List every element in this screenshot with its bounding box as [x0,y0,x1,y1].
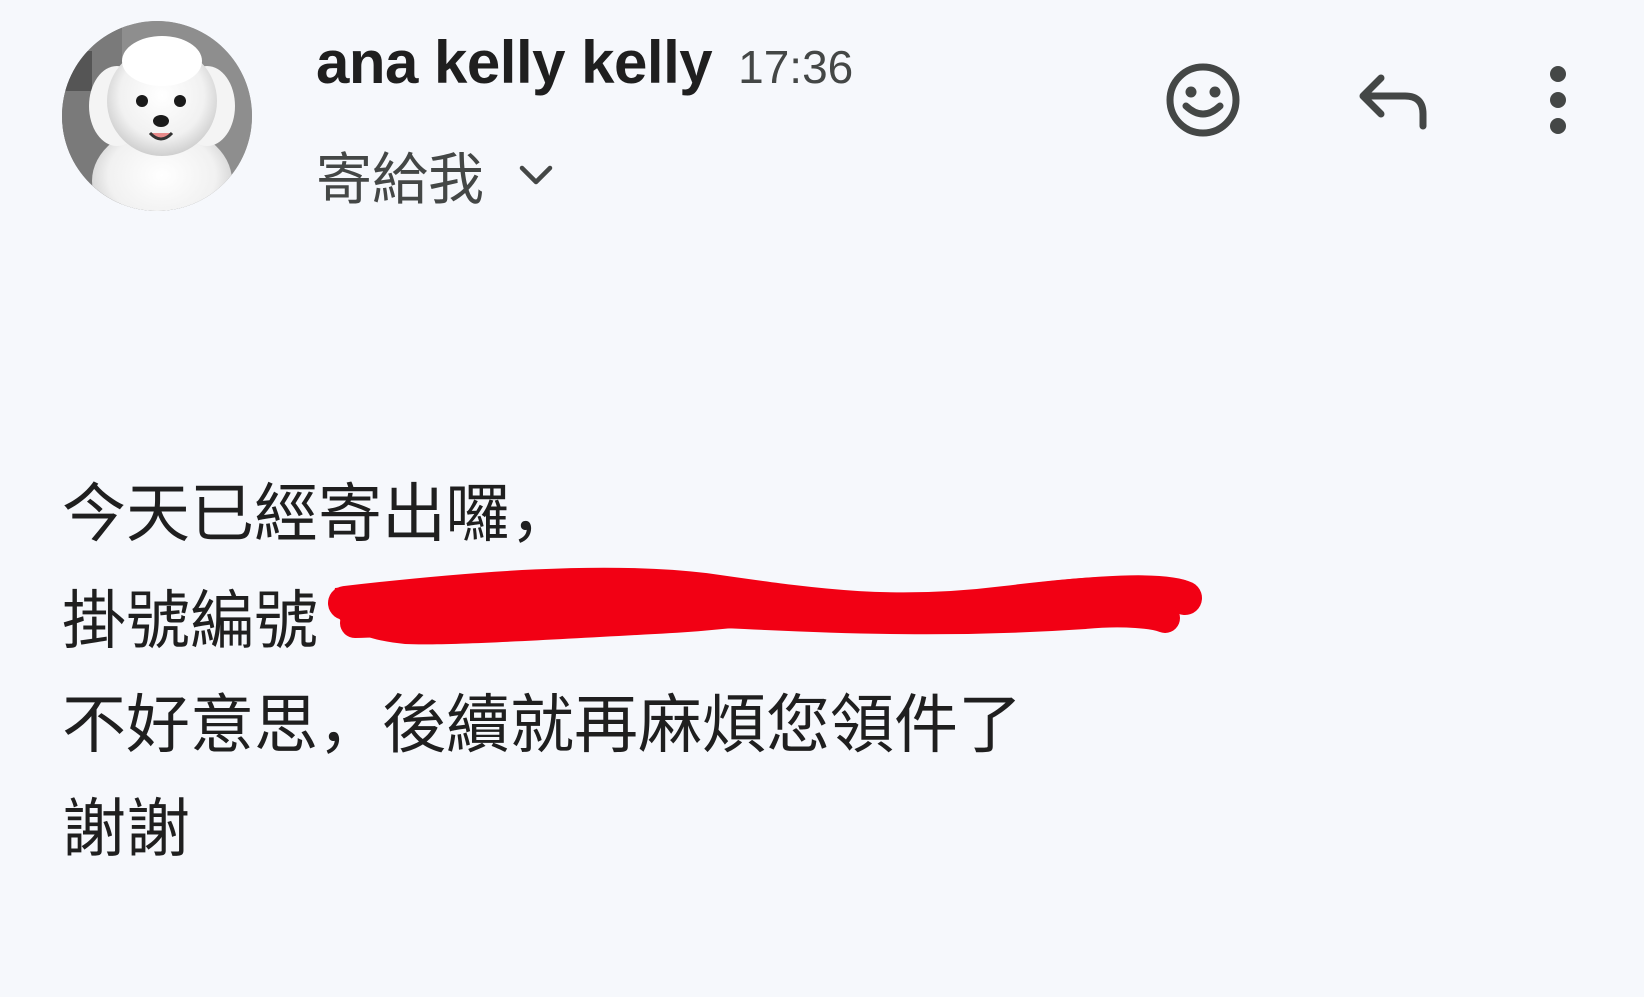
recipient-details-toggle[interactable]: 寄給我 [316,140,558,213]
add-reaction-icon [1166,63,1240,137]
add-reaction-button[interactable] [1148,45,1258,155]
message-body: 今天已經寄出囉， 掛號編號 不好意思，後續就再麻煩您領件了 謝謝 [62,470,1462,882]
recipient-label: 寄給我 [316,147,484,213]
chevron-down-icon [514,153,558,197]
more-vert-icon [1550,66,1566,134]
reply-button[interactable] [1338,45,1448,155]
reply-icon [1359,74,1427,130]
message-time: 17:36 [738,41,854,93]
message-line: 不好意思，後續就再麻煩您領件了 [62,689,1022,763]
message-line: 謝謝 [62,793,190,867]
more-options-button[interactable] [1504,45,1612,155]
dog-avatar-icon [62,21,252,211]
sender-name[interactable]: ana kelly kelly [316,28,713,97]
sender-line: ana kelly kelly 17:36 [316,28,853,108]
message-header: ana kelly kelly 17:36 寄給我 [0,0,1644,230]
redaction-scribble [325,548,1205,658]
sender-avatar[interactable] [62,21,252,211]
